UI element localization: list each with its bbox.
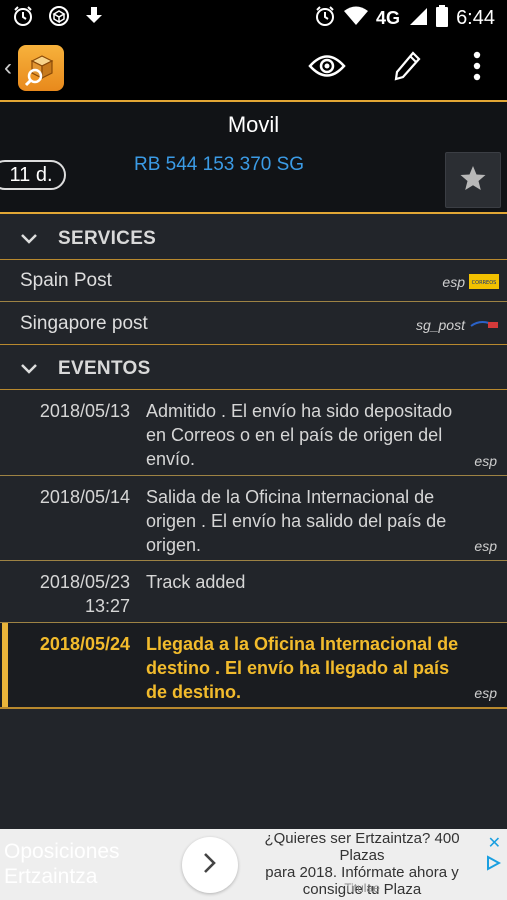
event-time: 13:27 xyxy=(84,596,130,616)
signal-icon xyxy=(408,6,428,31)
event-date: 2018/05/14 xyxy=(39,487,130,507)
event-item[interactable]: 2018/05/13 Admitido . El envío ha sido d… xyxy=(0,390,507,474)
chevron-right-icon xyxy=(203,852,217,879)
event-text: Track added xyxy=(146,572,246,592)
chevron-down-icon xyxy=(0,233,58,245)
services-section-header[interactable]: SERVICES xyxy=(0,220,507,258)
app-bar: ‹ xyxy=(0,36,507,100)
ad-sponsor: Titulae xyxy=(344,881,380,895)
back-chevron-icon[interactable]: ‹ xyxy=(4,54,18,82)
more-vert-icon xyxy=(473,51,481,86)
alarm-icon xyxy=(314,5,336,32)
event-source: esp xyxy=(474,538,497,554)
event-item-latest[interactable]: 2018/05/24 Llegada a la Oficina Internac… xyxy=(0,623,507,707)
alarm-icon xyxy=(12,5,34,32)
favorite-button[interactable] xyxy=(445,152,501,208)
edit-button[interactable] xyxy=(367,36,447,100)
service-item-singapore-post[interactable]: Singapore post sg_post xyxy=(0,303,507,345)
download-icon xyxy=(84,5,104,32)
ad-headline-line: Oposiciones xyxy=(4,840,120,863)
divider xyxy=(0,344,507,345)
network-type: 4G xyxy=(376,7,401,28)
status-bar: 4G 6:44 xyxy=(0,0,507,36)
divider xyxy=(0,212,507,214)
close-icon[interactable]: ✕ xyxy=(488,833,501,853)
battery-icon xyxy=(436,4,449,32)
pencil-icon xyxy=(393,50,421,86)
divider xyxy=(0,707,507,709)
chevron-down-icon xyxy=(0,363,58,375)
ad-headline-line: Ertzaintza xyxy=(4,865,98,888)
correos-logo-icon: CORREOS xyxy=(469,274,499,289)
event-source: esp xyxy=(474,453,497,469)
event-source: esp xyxy=(474,685,497,701)
ad-body-line: ¿Quieres ser Ertzaintza? 400 Plazas xyxy=(264,830,460,864)
ad-body-line: para 2018. Infórmate ahora y xyxy=(265,864,459,881)
shipment-header: Movil 11 d. RB 544 153 370 SG xyxy=(0,102,507,212)
ad-open-button[interactable] xyxy=(182,837,238,893)
event-text: Salida de la Oficina Internacional de or… xyxy=(146,487,447,555)
service-name: Spain Post xyxy=(20,270,112,291)
events-section-header[interactable]: EVENTOS xyxy=(0,350,507,388)
age-badge: 11 d. xyxy=(0,160,66,190)
events-title: EVENTOS xyxy=(58,358,151,379)
eye-icon xyxy=(308,53,346,84)
ad-banner[interactable]: Oposiciones Ertzaintza ¿Quieres ser Ertz… xyxy=(0,829,507,900)
tracking-number[interactable]: RB 544 153 370 SG xyxy=(134,154,304,176)
singpost-logo-icon xyxy=(469,317,499,332)
star-icon xyxy=(459,164,487,197)
event-date: 2018/05/23 xyxy=(39,572,130,592)
event-text: Admitido . El envío ha sido depositado e… xyxy=(146,401,453,469)
service-code: esp xyxy=(442,274,465,290)
wifi-icon xyxy=(344,6,369,31)
svg-text:CORREOS: CORREOS xyxy=(472,280,497,286)
event-date: 2018/05/13 xyxy=(39,401,130,421)
shipment-title: Movil xyxy=(227,112,280,137)
ad-headline: Oposiciones Ertzaintza xyxy=(4,839,120,889)
overflow-menu-button[interactable] xyxy=(447,36,507,100)
package-notification-icon xyxy=(48,5,70,32)
app-logo[interactable] xyxy=(18,45,64,91)
clock: 6:44 xyxy=(456,6,495,29)
divider xyxy=(0,301,507,302)
services-title: SERVICES xyxy=(58,228,157,249)
event-date: 2018/05/24 xyxy=(39,634,130,654)
ad-choices-icon[interactable] xyxy=(485,855,502,876)
service-item-spain-post[interactable]: Spain Post esp CORREOS xyxy=(0,260,507,302)
event-item[interactable]: 2018/05/23 13:27 Track added xyxy=(0,561,507,621)
service-name: Singapore post xyxy=(20,313,148,334)
service-code: sg_post xyxy=(415,317,465,333)
view-button[interactable] xyxy=(287,36,367,100)
event-item[interactable]: 2018/05/14 Salida de la Oficina Internac… xyxy=(0,476,507,560)
event-text: Llegada a la Oficina Internacional de de… xyxy=(146,634,459,702)
